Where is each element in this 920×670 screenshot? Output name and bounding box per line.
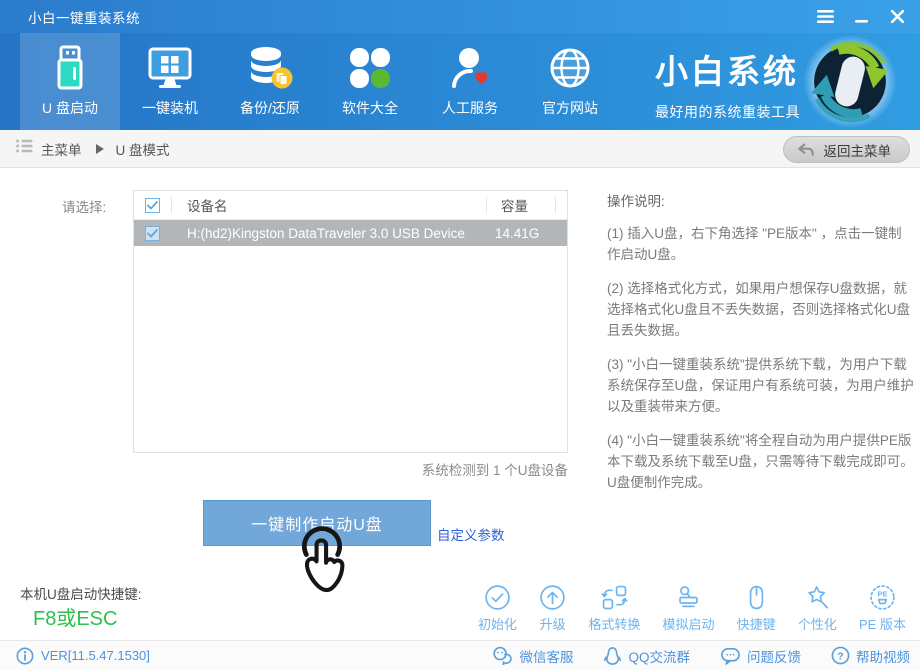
instruction-step: (1) 插入U盘，右下角选择 "PE版本" ，点击一键制作启动U盘。 [607, 223, 915, 265]
format-convert-icon [601, 584, 628, 611]
tool-hotkey[interactable]: 快捷键 [737, 584, 776, 633]
main-nav: U 盘启动 一键装机 [0, 33, 920, 130]
tool-pe-version[interactable]: PE PE 版本 [859, 584, 906, 633]
select-all-checkbox[interactable] [145, 198, 160, 213]
nav-item-label: U 盘启动 [20, 98, 120, 118]
nav-item-software[interactable]: 软件大全 [320, 33, 420, 130]
breadcrumb-current: U 盘模式 [116, 139, 170, 159]
backup-restore-icon [246, 44, 294, 92]
support-person-icon [446, 44, 494, 92]
brand-logo-icon [800, 33, 900, 130]
tool-simulate-boot[interactable]: 模拟启动 [663, 584, 715, 633]
custom-params-link[interactable]: 自定义参数 [437, 524, 505, 544]
nav-item-label: 备份/还原 [220, 98, 320, 118]
nav-item-label: 官方网站 [520, 98, 620, 118]
nav-item-website[interactable]: 官方网站 [520, 33, 620, 130]
detect-status-text: 系统检测到 1 个U盘设备 [133, 459, 568, 479]
select-label: 请选择: [62, 196, 106, 216]
hotkey-label: 本机U盘启动快捷键: [20, 583, 142, 603]
help-icon: ? [831, 646, 850, 665]
instructions-title: 操作说明: [607, 190, 915, 210]
window-controls [814, 6, 908, 28]
tool-initialize[interactable]: 初始化 [478, 584, 517, 633]
wechat-icon [492, 646, 513, 665]
device-name: H:(hd2)Kingston DataTraveler 3.0 USB Dev… [172, 226, 486, 241]
pe-version-icon: PE [869, 584, 896, 611]
back-to-main-menu-button[interactable]: 返回主菜单 [783, 136, 911, 163]
undo-arrow-icon [796, 142, 816, 158]
nav-item-label: 一键装机 [120, 98, 220, 118]
table-row[interactable]: H:(hd2)Kingston DataTraveler 3.0 USB Dev… [134, 220, 567, 246]
titlebar: 小白一键重装系统 [0, 0, 920, 33]
device-table: 设备名 容量 H:(hd2)Kingston DataTraveler 3.0 … [133, 190, 568, 453]
list-icon [16, 139, 33, 158]
qq-penguin-icon [603, 646, 622, 666]
instruction-step: (4) "小白一键重装系统"将全程自动为用户提供PE版本下载及系统下载至U盘，只… [607, 430, 915, 493]
brand-block: 小白系统 最好用的系统重装工具 [655, 45, 805, 122]
footer-tools: 初始化 升级 格式转换 模拟启动 [478, 584, 906, 633]
menu-icon[interactable] [814, 6, 836, 28]
globe-icon [546, 44, 594, 92]
feedback-link[interactable]: 问题反馈 [720, 646, 801, 666]
qq-group-link[interactable]: QQ交流群 [603, 646, 690, 666]
upgrade-arrow-icon [539, 584, 566, 611]
close-icon[interactable] [886, 6, 908, 28]
help-video-link[interactable]: ? 帮助视频 [831, 646, 910, 666]
back-button-label: 返回主菜单 [824, 140, 892, 160]
device-capacity: 14.41G [487, 226, 555, 241]
init-check-icon [484, 584, 511, 611]
breadcrumb: 主菜单 U 盘模式 返回主菜单 [0, 130, 920, 168]
minimize-icon[interactable] [850, 6, 872, 28]
window-title: 小白一键重装系统 [28, 7, 140, 27]
version-info[interactable]: VER[11.5.47.1530] [16, 647, 150, 665]
monitor-icon [146, 44, 194, 92]
svg-text:PE: PE [877, 590, 887, 599]
capacity-column-header: 容量 [487, 195, 555, 215]
app-window: 小白一键重装系统 U 盘启动 [0, 0, 920, 670]
nav-item-backup-restore[interactable]: 备份/还原 [220, 33, 320, 130]
nav-item-label: 人工服务 [420, 98, 520, 118]
software-clover-icon [346, 44, 394, 92]
info-icon [16, 647, 34, 665]
svg-text:?: ? [837, 651, 843, 662]
instructions-panel: 操作说明: (1) 插入U盘，右下角选择 "PE版本" ，点击一键制作启动U盘。… [607, 190, 915, 493]
usb-drive-icon [46, 44, 94, 92]
make-boot-usb-button[interactable]: 一键制作启动U盘 [203, 500, 431, 546]
device-column-header: 设备名 [172, 195, 486, 215]
instruction-step: (3) "小白一键重装系统"提供系统下载，为用户下载系统保存至U盘，保证用户有系… [607, 354, 915, 417]
tool-format-convert[interactable]: 格式转换 [588, 584, 640, 633]
tool-personalize[interactable]: 个性化 [798, 584, 837, 633]
breadcrumb-root[interactable]: 主菜单 [41, 139, 82, 159]
nav-item-support[interactable]: 人工服务 [420, 33, 520, 130]
stamp-icon [675, 584, 702, 611]
tool-upgrade[interactable]: 升级 [539, 584, 566, 633]
feedback-bubble-icon [720, 646, 741, 665]
version-text: VER[11.5.47.1530] [41, 648, 150, 663]
star-icon [804, 584, 831, 611]
mouse-icon [743, 584, 770, 611]
nav-item-label: 软件大全 [320, 98, 420, 118]
wechat-support-link[interactable]: 微信客服 [492, 646, 573, 666]
instruction-step: (2) 选择格式化方式，如果用户想保存U盘数据，就选择格式化U盘且不丢失数据，否… [607, 278, 915, 341]
nav-item-one-key-install[interactable]: 一键装机 [120, 33, 220, 130]
hotkey-value: F8或ESC [33, 602, 117, 631]
nav-item-usb-boot[interactable]: U 盘启动 [20, 33, 120, 130]
row-checkbox[interactable] [145, 226, 160, 241]
brand-slogan: 最好用的系统重装工具 [655, 102, 805, 122]
bottom-status-bar: VER[11.5.47.1530] 微信客服 QQ交流群 [0, 640, 920, 670]
chevron-right-icon [96, 144, 104, 154]
brand-name: 小白系统 [655, 45, 805, 93]
table-header: 设备名 容量 [134, 191, 567, 220]
